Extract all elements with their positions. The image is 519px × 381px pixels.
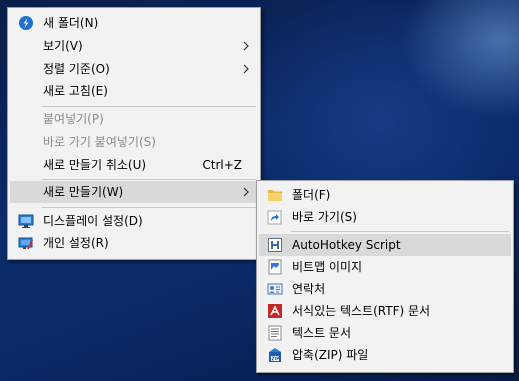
menu-item-view[interactable]: 보기(V)	[10, 35, 258, 57]
contact-icon	[267, 281, 283, 297]
new-submenu: 폴더(F) 바로 가기(S) AutoHotkey Script 비트맵 이미지…	[256, 180, 514, 373]
menu-item-label: 폴더(F)	[292, 188, 331, 202]
menu-item-label: 디스플레이 설정(D)	[43, 214, 143, 228]
submenu-item-folder[interactable]: 폴더(F)	[259, 184, 511, 206]
menu-item-refresh[interactable]: 새로 고침(E)	[10, 80, 258, 102]
menu-item-label: 정렬 기준(O)	[43, 62, 110, 76]
menu-separator	[42, 179, 256, 180]
menu-item-label: 새로 만들기 취소(U)	[43, 158, 147, 172]
menu-item-label: 서식있는 텍스트(RTF) 문서	[292, 304, 431, 318]
menu-item-undo-new[interactable]: 새로 만들기 취소(U) Ctrl+Z	[10, 154, 258, 176]
menu-item-label: 새 폴더(N)	[43, 16, 99, 30]
shortcut-icon	[267, 209, 283, 225]
submenu-item-text-document[interactable]: 텍스트 문서	[259, 322, 511, 344]
menu-item-label: 비트맵 이미지	[292, 260, 363, 274]
desktop-context-menu: 새 폴더(N) 보기(V) 정렬 기준(O) 새로 고침(E) 붙여넣기(P) …	[7, 7, 261, 260]
menu-item-paste[interactable]: 붙여넣기(P)	[10, 108, 258, 130]
menu-separator	[42, 207, 256, 208]
menu-item-label: 새로 만들기(W)	[43, 185, 124, 199]
submenu-item-shortcut[interactable]: 바로 가기(S)	[259, 206, 511, 228]
menu-item-label: 바로 가기 붙여넣기(S)	[43, 135, 156, 149]
rtf-document-icon	[267, 303, 283, 319]
menu-separator	[291, 231, 509, 232]
menu-item-shortcut: Ctrl+Z	[202, 158, 242, 172]
display-settings-icon	[18, 213, 34, 229]
text-document-icon	[267, 325, 283, 341]
submenu-item-zip-folder[interactable]: 압축(ZIP) 파일	[259, 344, 511, 366]
new-folder-icon	[18, 15, 34, 31]
submenu-item-bitmap-image[interactable]: 비트맵 이미지	[259, 256, 511, 278]
folder-icon	[267, 187, 283, 203]
menu-item-new[interactable]: 새로 만들기(W)	[10, 181, 258, 203]
menu-item-new-folder[interactable]: 새 폴더(N)	[10, 12, 258, 34]
menu-item-paste-shortcut[interactable]: 바로 가기 붙여넣기(S)	[10, 131, 258, 153]
menu-item-label: 바로 가기(S)	[292, 210, 357, 224]
menu-item-label: 개인 설정(R)	[43, 236, 109, 250]
zip-folder-icon	[267, 347, 283, 363]
autohotkey-icon	[267, 237, 283, 253]
menu-item-label: 보기(V)	[43, 39, 83, 53]
menu-item-label: 새로 고침(E)	[43, 84, 108, 98]
menu-item-label: 텍스트 문서	[292, 326, 352, 340]
menu-item-label: 연락처	[292, 282, 326, 296]
submenu-item-rtf-document[interactable]: 서식있는 텍스트(RTF) 문서	[259, 300, 511, 322]
menu-item-display-settings[interactable]: 디스플레이 설정(D)	[10, 210, 258, 232]
bitmap-image-icon	[267, 259, 283, 275]
menu-item-personalize[interactable]: 개인 설정(R)	[10, 232, 258, 254]
submenu-item-contact[interactable]: 연락처	[259, 278, 511, 300]
menu-item-label: 붙여넣기(P)	[43, 112, 104, 126]
submenu-item-autohotkey-script[interactable]: AutoHotkey Script	[259, 234, 511, 256]
menu-item-label: 압축(ZIP) 파일	[292, 348, 369, 362]
menu-item-sort-by[interactable]: 정렬 기준(O)	[10, 58, 258, 80]
menu-item-label: AutoHotkey Script	[292, 238, 401, 252]
menu-separator	[42, 106, 256, 107]
personalize-icon	[18, 235, 34, 251]
